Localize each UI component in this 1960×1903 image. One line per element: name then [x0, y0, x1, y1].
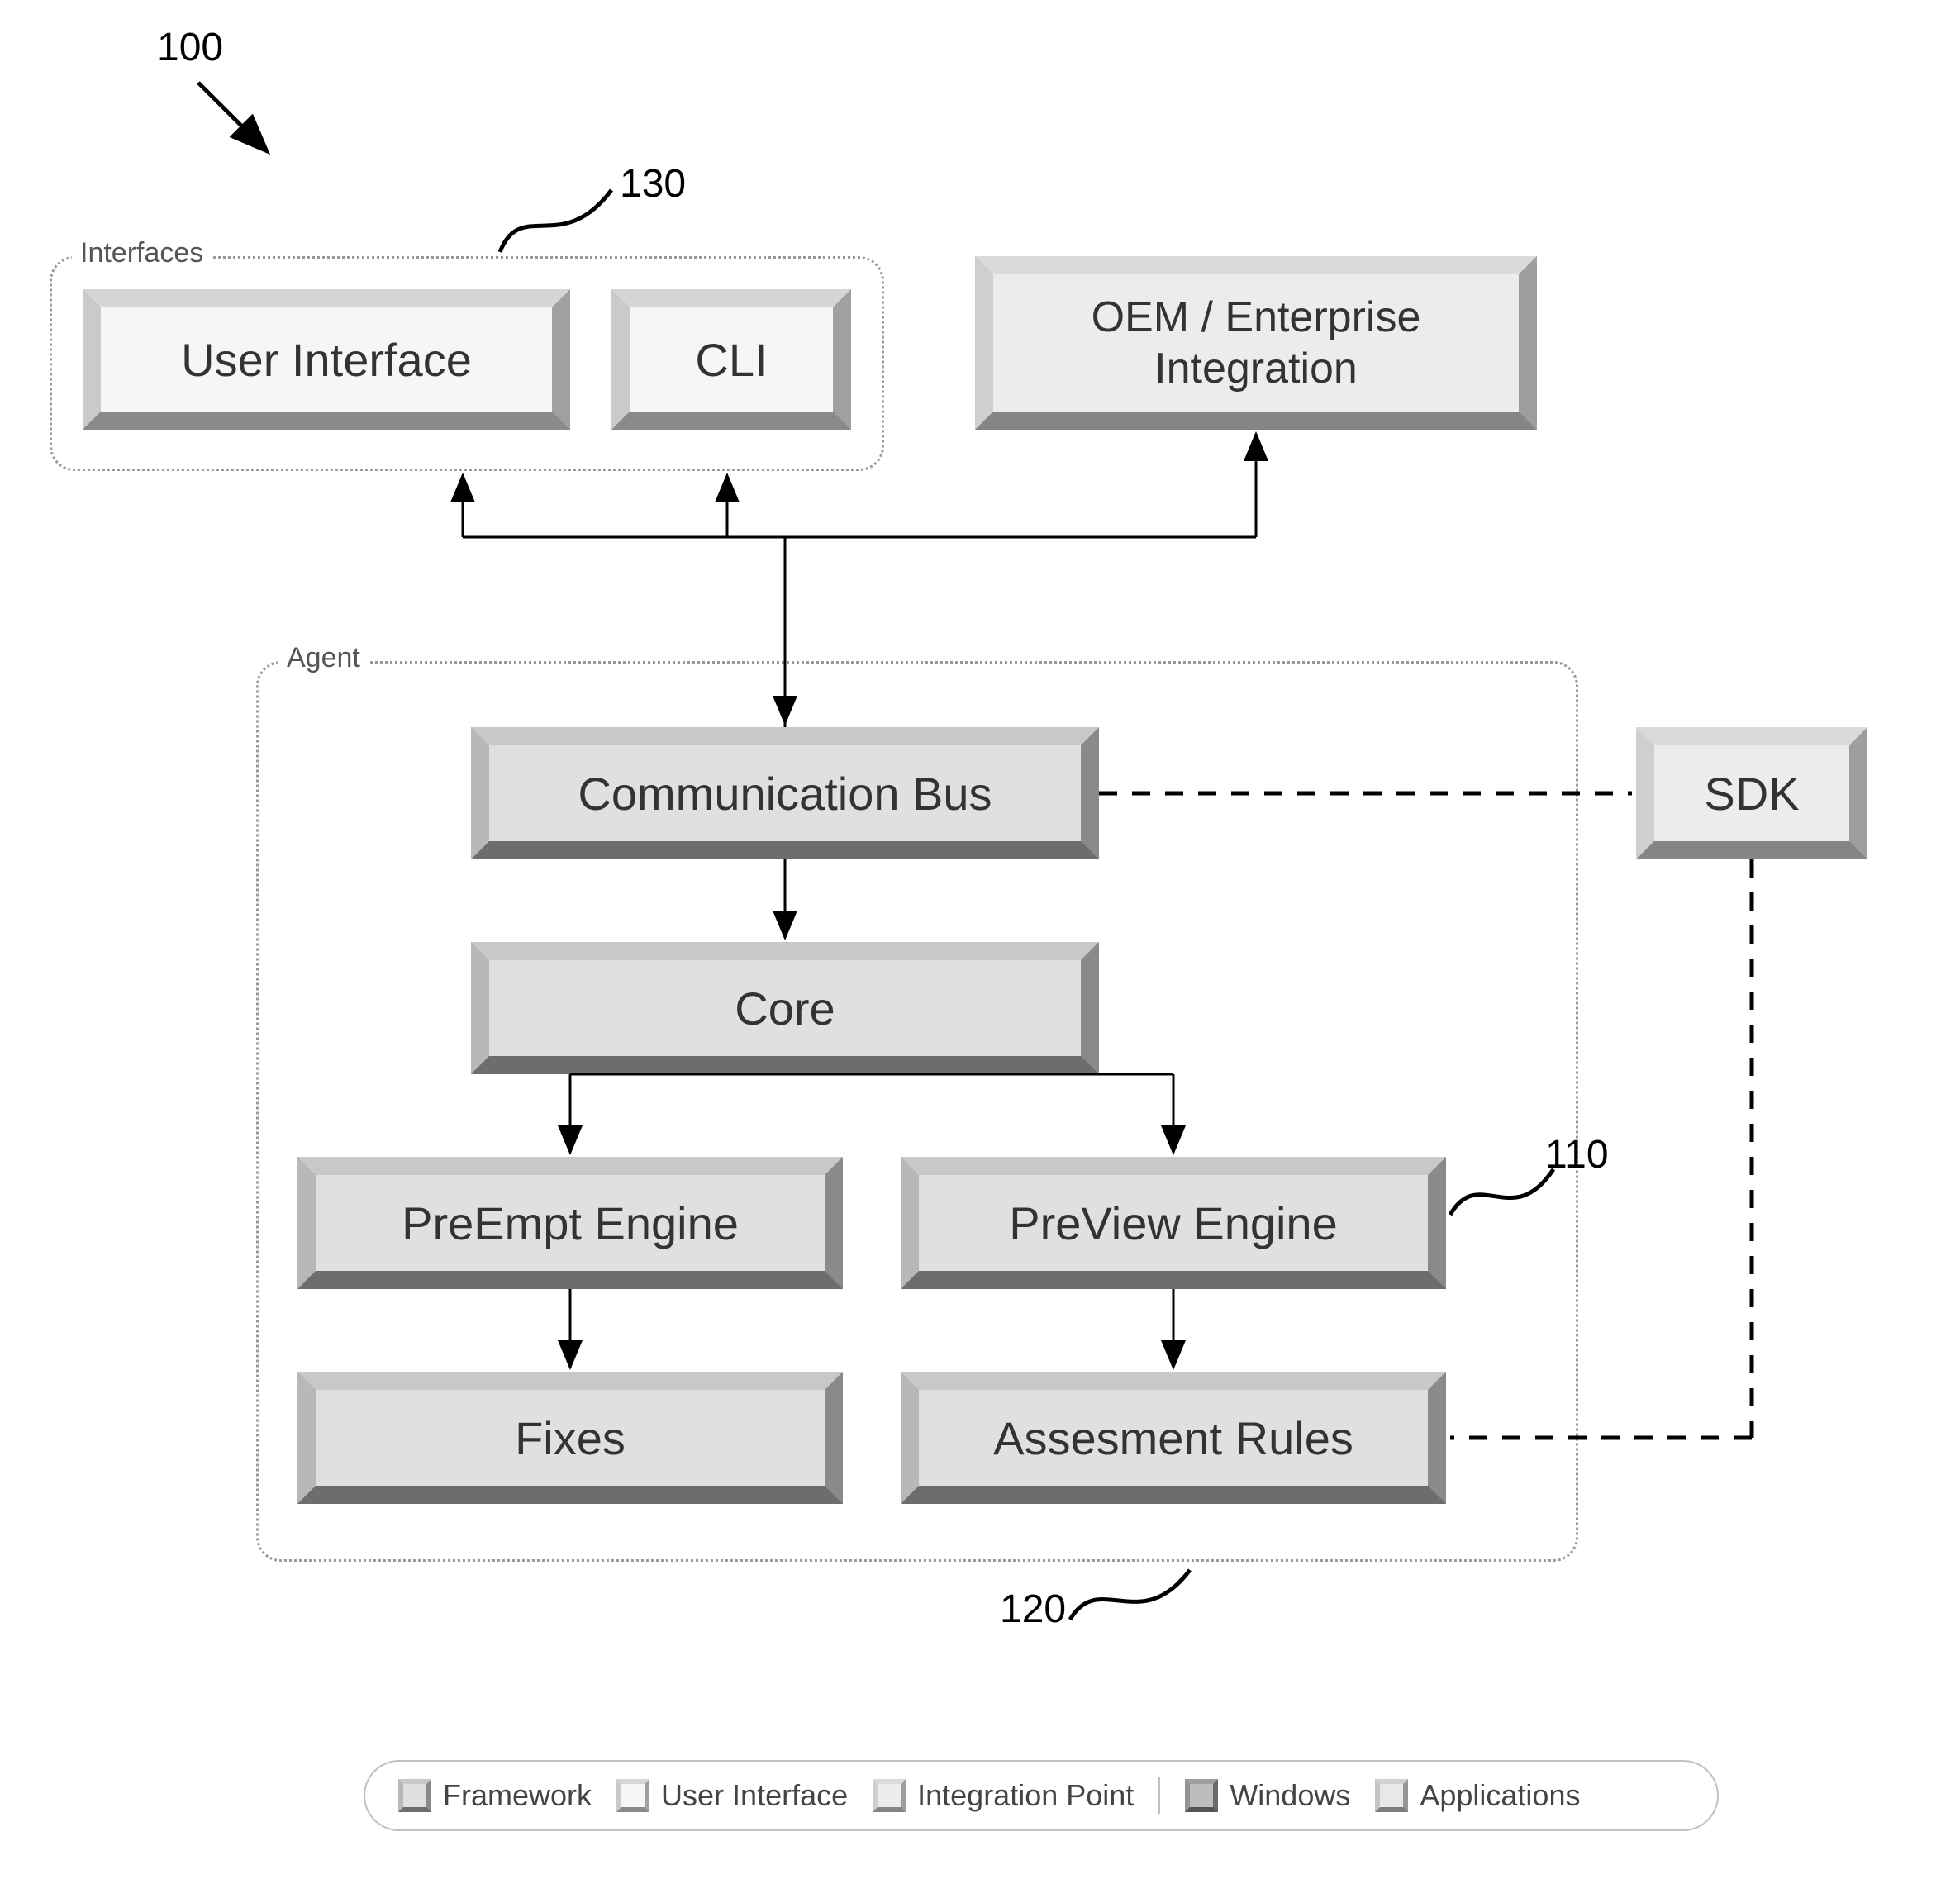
block-label: CLI [695, 333, 767, 387]
group-label-agent: Agent [278, 642, 369, 674]
block-preempt-engine: PreEmpt Engine [297, 1157, 843, 1289]
legend-item-ui: User Interface [616, 1778, 848, 1813]
swatch-windows [1185, 1779, 1218, 1812]
ref-squiggle-130 [496, 182, 628, 256]
block-label: PreEmpt Engine [402, 1197, 739, 1250]
legend-item-integration: Integration Point [873, 1778, 1134, 1813]
block-label: Fixes [515, 1411, 626, 1465]
block-preview-engine: PreView Engine [901, 1157, 1446, 1289]
block-communication-bus: Communication Bus [471, 727, 1099, 859]
block-label: User Interface [181, 333, 472, 387]
swatch-applications [1375, 1779, 1408, 1812]
block-label: SDK [1704, 767, 1799, 821]
legend-item-applications: Applications [1375, 1778, 1580, 1813]
legend-separator [1158, 1777, 1160, 1814]
swatch-integration-point [873, 1779, 906, 1812]
block-sdk: SDK [1636, 727, 1867, 859]
legend-label: User Interface [661, 1778, 848, 1813]
legend-item-windows: Windows [1185, 1778, 1350, 1813]
legend: Framework User Interface Integration Poi… [364, 1760, 1719, 1831]
block-assessment-rules: Assesment Rules [901, 1372, 1446, 1504]
legend-label: Framework [443, 1778, 592, 1813]
block-oem-enterprise-integration: OEM / Enterprise Integration [975, 256, 1537, 430]
ref-label-120: 120 [1000, 1587, 1066, 1632]
ref-label-130: 130 [620, 161, 686, 207]
block-fixes: Fixes [297, 1372, 843, 1504]
swatch-framework [398, 1779, 431, 1812]
block-user-interface: User Interface [83, 289, 570, 430]
block-label: Assesment Rules [993, 1411, 1353, 1465]
ref-squiggle-120 [1066, 1562, 1198, 1636]
block-label: PreView Engine [1009, 1197, 1337, 1250]
block-label: Communication Bus [578, 767, 992, 821]
legend-label: Windows [1230, 1778, 1350, 1813]
swatch-user-interface [616, 1779, 649, 1812]
block-cli: CLI [611, 289, 851, 430]
legend-item-framework: Framework [398, 1778, 592, 1813]
group-label-interfaces: Interfaces [72, 237, 212, 269]
diagram-canvas: 100 130 Interfaces User Interface CLI OE… [0, 0, 1960, 1903]
ref-label-100: 100 [157, 25, 223, 70]
legend-label: Applications [1420, 1778, 1580, 1813]
block-core: Core [471, 942, 1099, 1074]
block-label: OEM / Enterprise Integration [1010, 292, 1502, 395]
legend-label: Integration Point [917, 1778, 1134, 1813]
ref-squiggle-110 [1446, 1157, 1562, 1231]
block-label: Core [735, 982, 835, 1035]
ref-arrow-100 [190, 74, 281, 165]
